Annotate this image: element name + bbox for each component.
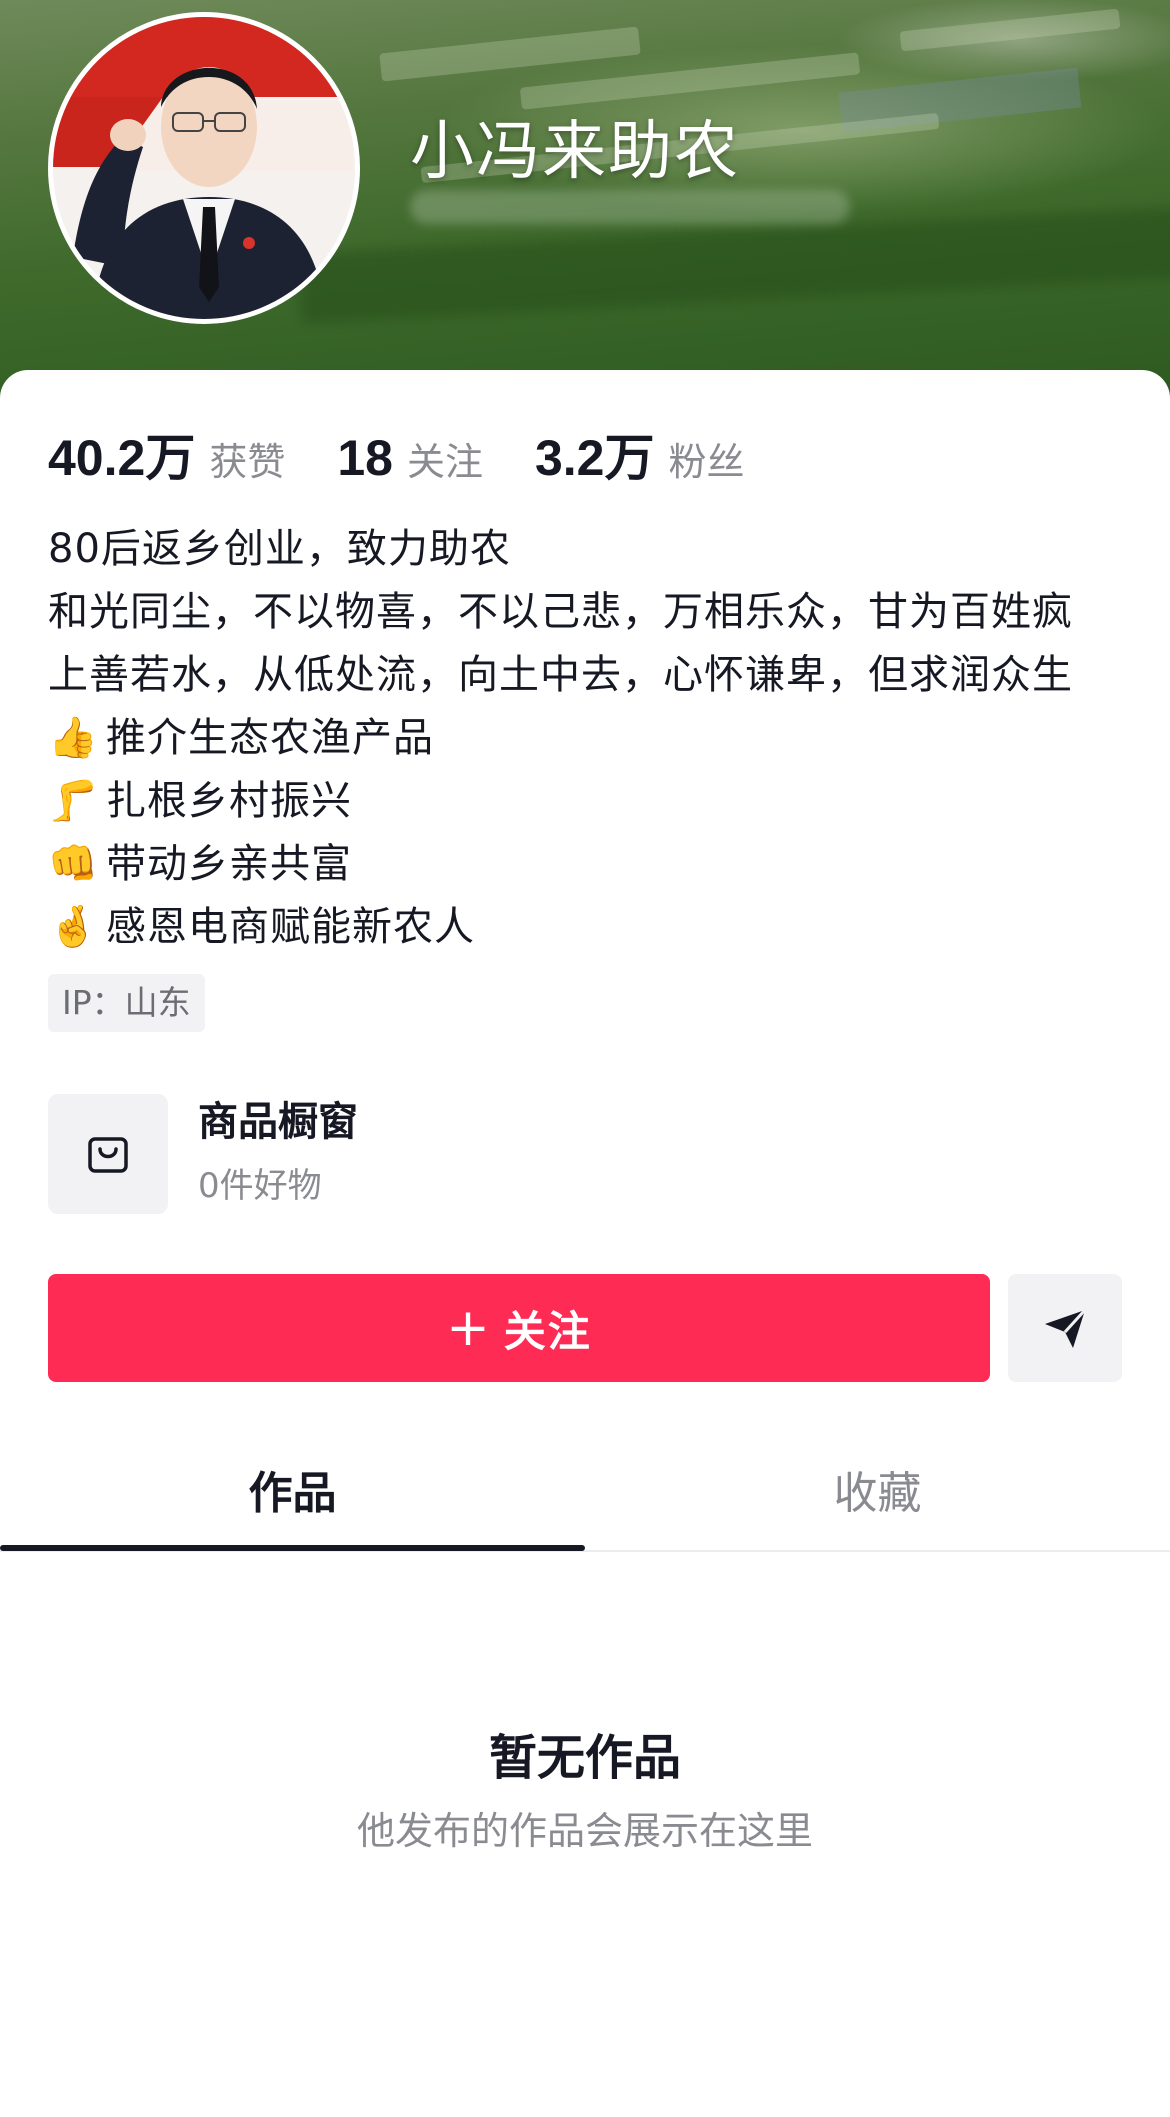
bio-line-text: 推介生态农渔产品 <box>106 715 434 761</box>
stat-following-value: 18 <box>337 430 393 486</box>
stat-likes[interactable]: 40.2万 获赞 <box>48 418 285 490</box>
leg-icon: 🦵 <box>48 778 99 824</box>
stat-following-label: 关注 <box>406 440 483 484</box>
thumbs-up-icon: 👍 <box>48 715 99 761</box>
active-tab-indicator <box>0 1545 585 1551</box>
send-icon <box>1045 1308 1087 1348</box>
bio-line: 👊 带动乡亲共富 <box>48 833 1138 896</box>
bio-line: 👍 推介生态农渔产品 <box>48 707 1138 770</box>
send-message-button[interactable] <box>1008 1274 1122 1382</box>
avatar[interactable] <box>48 12 360 324</box>
blurred-user-id <box>410 190 850 224</box>
shop-window-title: 商品橱窗 <box>198 1099 358 1145</box>
profile-bio: 80后返乡创业，致力助农 和光同尘，不以物喜，不以己悲，万相乐众，甘为百姓疯 上… <box>48 518 1138 959</box>
tab-works[interactable]: 作品 <box>0 1426 585 1552</box>
shop-window-count: 0件好物 <box>198 1166 322 1206</box>
ip-location-badge: IP：山东 <box>48 974 205 1032</box>
bio-line-text: 带动乡亲共富 <box>106 841 352 887</box>
stat-following[interactable]: 18 关注 <box>337 429 483 487</box>
bio-line: 和光同尘，不以物喜，不以己悲，万相乐众，甘为百姓疯 <box>48 589 1073 635</box>
stat-likes-value: 40.2万 <box>48 430 196 486</box>
empty-state-title: 暂无作品 <box>488 1730 681 1786</box>
bio-line: 80后返乡创业，致力助农 <box>48 526 511 572</box>
stat-followers-value: 3.2万 <box>534 430 655 486</box>
stat-followers[interactable]: 3.2万 粉丝 <box>535 418 745 490</box>
stats-row: 40.2万 获赞 18 关注 3.2万 粉丝 <box>48 418 797 490</box>
fist-icon: 👊 <box>48 841 99 887</box>
content-tabs: 作品 收藏 <box>0 1426 1170 1552</box>
follow-button-label: 关注 <box>503 1306 592 1356</box>
stat-followers-label: 粉丝 <box>668 440 745 484</box>
bio-line: 🤞 感恩电商赋能新农人 <box>48 896 1138 959</box>
bio-line: 上善若水，从低处流，向土中去，心怀谦卑，但求润众生 <box>48 652 1073 698</box>
shopping-bag-icon <box>48 1094 168 1214</box>
empty-state-subtitle: 他发布的作品会展示在这里 <box>356 1809 813 1853</box>
profile-username: 小冯来助农 <box>410 115 740 187</box>
profile-card: 40.2万 获赞 18 关注 3.2万 粉丝 80后返乡创业，致力助农 和光同尘… <box>0 370 1170 2117</box>
crossed-fingers-icon: 🤞 <box>48 904 99 950</box>
stat-likes-label: 获赞 <box>209 440 286 484</box>
shop-window-entry[interactable]: 商品橱窗 0件好物 <box>48 1094 358 1214</box>
bio-line-text: 扎根乡村振兴 <box>106 778 352 824</box>
plus-icon: + <box>446 1298 492 1358</box>
follow-button[interactable]: + 关注 <box>48 1274 990 1382</box>
bio-line: 🦵 扎根乡村振兴 <box>48 770 1138 833</box>
bio-line-text: 感恩电商赋能新农人 <box>106 904 475 950</box>
tab-favorites[interactable]: 收藏 <box>585 1426 1170 1552</box>
